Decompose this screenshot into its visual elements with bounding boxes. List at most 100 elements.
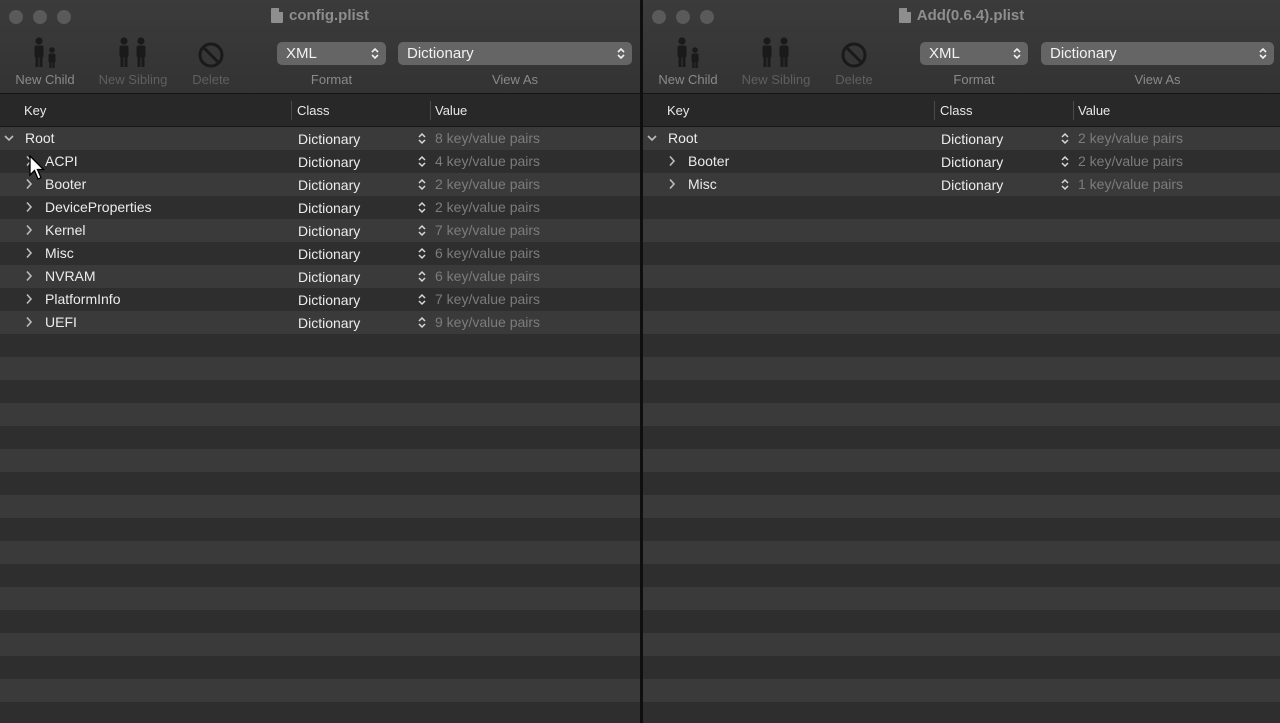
format-popup[interactable]: XML	[277, 42, 386, 65]
outline-row-root[interactable]: Root Dictionary 8 key/value pairs	[0, 127, 640, 150]
disclosure-right-icon[interactable]	[24, 224, 34, 236]
row-key[interactable]: DeviceProperties	[45, 199, 152, 215]
chevron-updown-icon[interactable]	[417, 269, 427, 284]
row-class[interactable]: Dictionary	[941, 154, 1003, 170]
row-class[interactable]: Dictionary	[298, 177, 360, 193]
outline-row[interactable]: Kernel Dictionary 7 key/value pairs	[0, 219, 640, 242]
chevron-updown-icon[interactable]	[417, 246, 427, 261]
outline-row[interactable]: Booter Dictionary 2 key/value pairs	[643, 150, 1280, 173]
outline-row[interactable]: ACPI Dictionary 4 key/value pairs	[0, 150, 640, 173]
row-class[interactable]: Dictionary	[941, 131, 1003, 147]
disclosure-down-icon[interactable]	[4, 132, 14, 144]
outline-row[interactable]: Booter Dictionary 2 key/value pairs	[0, 173, 640, 196]
row-key[interactable]: Kernel	[45, 222, 85, 238]
row-value: 2 key/value pairs	[1078, 130, 1184, 146]
disclosure-right-icon[interactable]	[24, 201, 34, 213]
row-key[interactable]: Misc	[688, 176, 717, 192]
chevron-updown-icon[interactable]	[1060, 154, 1070, 169]
column-key[interactable]: Key	[667, 103, 689, 118]
column-key[interactable]: Key	[24, 103, 46, 118]
row-key[interactable]: Misc	[45, 245, 74, 261]
chevron-updown-icon[interactable]	[1060, 177, 1070, 192]
outline-row[interactable]: DeviceProperties Dictionary 2 key/value pa…	[0, 196, 640, 219]
row-class[interactable]: Dictionary	[298, 131, 360, 147]
chevron-updown-icon[interactable]	[417, 177, 427, 192]
column-separator[interactable]	[1073, 101, 1074, 120]
chevron-updown-icon[interactable]	[417, 223, 427, 238]
outline-view: Root Dictionary 8 key/value pairs ACPI Dicti…	[0, 127, 640, 723]
view-as-popup[interactable]: Dictionary	[398, 42, 632, 65]
row-value: 1 key/value pairs	[1078, 176, 1184, 192]
row-key[interactable]: PlatformInfo	[45, 291, 120, 307]
chevron-updown-icon[interactable]	[417, 292, 427, 307]
view-as-popup[interactable]: Dictionary	[1041, 42, 1274, 65]
disclosure-right-icon[interactable]	[667, 178, 677, 190]
chevron-updown-icon[interactable]	[1060, 131, 1070, 146]
chevron-updown-icon[interactable]	[417, 315, 427, 330]
disclosure-right-icon[interactable]	[667, 155, 677, 167]
disclosure-right-icon[interactable]	[24, 316, 34, 328]
row-class[interactable]: Dictionary	[298, 246, 360, 262]
new-sibling-icon	[119, 37, 146, 67]
disclosure-right-icon[interactable]	[24, 270, 34, 282]
new-sibling-label: New Sibling	[741, 72, 811, 87]
format-popup-value: XML	[929, 45, 960, 62]
new-sibling-button[interactable]: New Sibling	[731, 36, 821, 87]
plist-window-add: Add(0.6.4).plist New Child New Sibling D…	[643, 0, 1280, 723]
row-class[interactable]: Dictionary	[298, 315, 360, 331]
column-separator[interactable]	[430, 101, 431, 120]
new-sibling-button[interactable]: New Sibling	[88, 36, 178, 87]
chevron-updown-icon[interactable]	[417, 200, 427, 215]
chevron-updown-icon[interactable]	[417, 154, 427, 169]
row-key[interactable]: ACPI	[45, 153, 78, 169]
column-header: Key Class Value	[643, 94, 1280, 127]
row-key[interactable]: Root	[668, 130, 698, 146]
column-value[interactable]: Value	[1078, 103, 1110, 118]
empty-row	[0, 702, 640, 723]
delete-button[interactable]: Delete	[809, 36, 899, 87]
outline-row-root[interactable]: Root Dictionary 2 key/value pairs	[643, 127, 1280, 150]
empty-row	[643, 196, 1280, 219]
column-separator[interactable]	[934, 101, 935, 120]
empty-row	[0, 610, 640, 633]
disclosure-right-icon[interactable]	[24, 247, 34, 259]
row-key[interactable]: UEFI	[45, 314, 77, 330]
row-class[interactable]: Dictionary	[298, 154, 360, 170]
row-key[interactable]: NVRAM	[45, 268, 96, 284]
row-value: 8 key/value pairs	[435, 130, 541, 146]
row-class[interactable]: Dictionary	[941, 177, 1003, 193]
column-value[interactable]: Value	[435, 103, 467, 118]
new-child-icon	[677, 37, 699, 68]
empty-row	[0, 334, 640, 357]
column-class[interactable]: Class	[297, 103, 330, 118]
row-class[interactable]: Dictionary	[298, 200, 360, 216]
empty-row	[643, 495, 1280, 518]
column-separator[interactable]	[291, 101, 292, 120]
row-key[interactable]: Booter	[45, 176, 86, 192]
outline-row[interactable]: NVRAM Dictionary 6 key/value pairs	[0, 265, 640, 288]
disclosure-down-icon[interactable]	[647, 132, 657, 144]
outline-row[interactable]: UEFI Dictionary 9 key/value pairs	[0, 311, 640, 334]
chevron-updown-icon[interactable]	[417, 131, 427, 146]
empty-row	[0, 633, 640, 656]
row-key[interactable]: Booter	[688, 153, 729, 169]
view-as-popup-value: Dictionary	[1050, 45, 1117, 62]
new-child-button[interactable]: New Child	[0, 36, 90, 87]
column-class[interactable]: Class	[940, 103, 973, 118]
outline-row[interactable]: Misc Dictionary 6 key/value pairs	[0, 242, 640, 265]
disclosure-right-icon[interactable]	[24, 293, 34, 305]
row-key[interactable]: Root	[25, 130, 55, 146]
new-child-icon	[34, 37, 56, 68]
delete-button[interactable]: Delete	[166, 36, 256, 87]
row-class[interactable]: Dictionary	[298, 269, 360, 285]
row-class[interactable]: Dictionary	[298, 223, 360, 239]
empty-row	[643, 564, 1280, 587]
outline-row[interactable]: Misc Dictionary 1 key/value pairs	[643, 173, 1280, 196]
row-class[interactable]: Dictionary	[298, 292, 360, 308]
empty-row	[643, 242, 1280, 265]
format-popup[interactable]: XML	[920, 42, 1028, 65]
empty-row	[643, 541, 1280, 564]
new-child-button[interactable]: New Child	[643, 36, 733, 87]
outline-row[interactable]: PlatformInfo Dictionary 7 key/value pairs	[0, 288, 640, 311]
row-value: 2 key/value pairs	[435, 176, 541, 192]
